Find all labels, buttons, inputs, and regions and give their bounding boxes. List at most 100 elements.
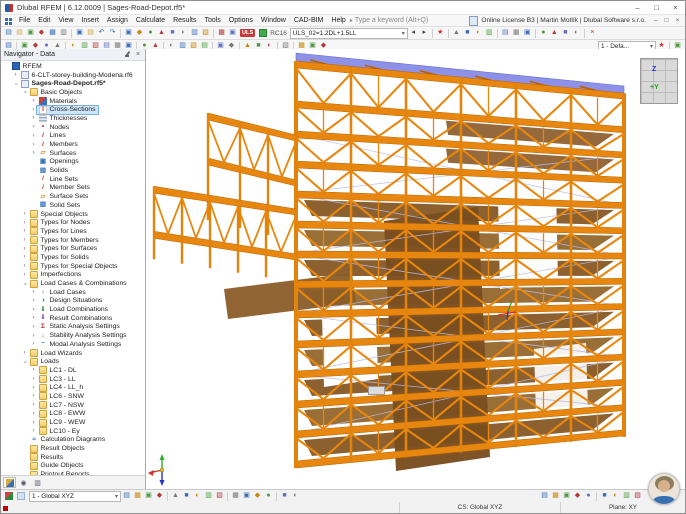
expander-icon[interactable]: › [30, 340, 37, 348]
plane-yz-icon-icon[interactable]: ● [264, 491, 274, 501]
tree-item-imperfections[interactable]: ›Imperfections [1, 271, 145, 280]
expander-icon[interactable]: › [30, 306, 37, 314]
close-button[interactable]: × [666, 1, 685, 14]
tree-item-line-sets[interactable]: /Line Sets [1, 175, 145, 184]
tree-item-openings[interactable]: ▣Openings [1, 158, 145, 167]
grid-snap-icon[interactable]: ▦ [133, 491, 143, 501]
dlubal-center-icon[interactable]: ▣ [26, 28, 36, 38]
redo-icon[interactable]: ↷ [108, 28, 118, 38]
expander-icon[interactable]: › [30, 410, 37, 418]
tree-item-types-for-nodes[interactable]: ›Types for Nodes [1, 218, 145, 227]
menu-insert[interactable]: Insert [77, 17, 103, 24]
tree-item-modal-analysis-settings[interactable]: ›~Modal Analysis Settings [1, 340, 145, 349]
new-model-icon[interactable]: ▤ [4, 28, 14, 38]
tree-item-stability-analysis-settings[interactable]: ›↓Stability Analysis Settings [1, 331, 145, 340]
expander-icon[interactable]: › [21, 349, 28, 357]
angle-snap-icon[interactable]: ■ [280, 491, 290, 501]
tree-item-nodes[interactable]: ›•Nodes [1, 123, 145, 132]
maximize-button[interactable]: □ [647, 1, 666, 14]
expander-icon[interactable]: › [21, 236, 28, 244]
tree-item-sages-road-depot-rf5[interactable]: ›Sages-Road-Depot.rf5* [1, 79, 145, 88]
tree-item-result-combinations[interactable]: ›⇓Result Combinations [1, 314, 145, 323]
expander-icon[interactable]: › [30, 297, 37, 305]
data-tab[interactable] [3, 477, 16, 488]
tree-item-types-for-surfaces[interactable]: ›Types for Surfaces [1, 244, 145, 253]
tree-item-solids[interactable]: ▧Solids [1, 166, 145, 175]
expander-icon[interactable]: › [21, 271, 28, 279]
menu-options[interactable]: Options [225, 17, 257, 24]
expander-icon[interactable]: › [30, 123, 37, 131]
expander-icon[interactable]: › [21, 245, 28, 253]
osnap-toggle-icon[interactable]: ▣ [562, 491, 572, 501]
perp-snap-icon[interactable]: ◐ [193, 491, 203, 501]
zoom-in-icon[interactable]: ▤ [500, 28, 510, 38]
zoom-window-icon[interactable]: ▦ [511, 28, 521, 38]
expander-icon[interactable]: › [12, 80, 20, 87]
tree-item-lc7-nsw[interactable]: ›LC7 - NSW [1, 401, 145, 410]
tree-item-load-wizards[interactable]: ›Load Wizards [1, 349, 145, 358]
tree-item-special-objects[interactable]: ›Special Objects [1, 210, 145, 219]
tree-item-lc8-eww[interactable]: ›LC8 - EWW [1, 410, 145, 419]
child-close-button[interactable]: × [672, 17, 683, 24]
expander-icon[interactable]: › [30, 427, 37, 435]
tree-item-members[interactable]: ›/Members [1, 140, 145, 149]
cs-icon-icon[interactable]: ▦ [231, 491, 241, 501]
tree-item-solid-sets[interactable]: ▧Solid Sets [1, 201, 145, 210]
guide-icon[interactable]: ◆ [155, 491, 165, 501]
menu-help[interactable]: Help [327, 17, 349, 24]
expander-icon[interactable]: › [30, 401, 37, 409]
sort-lines-icon[interactable]: ▲ [549, 28, 559, 38]
model-cs-icon[interactable] [5, 492, 13, 500]
expander-icon[interactable]: › [30, 97, 37, 105]
tree-item-types-for-solids[interactable]: ›Types for Solids [1, 253, 145, 262]
expander-icon[interactable]: › [30, 106, 37, 114]
expander-icon[interactable]: › [30, 141, 37, 149]
open-icon[interactable]: ▤ [15, 28, 25, 38]
next-icon[interactable]: ▸ [419, 28, 429, 38]
tree-item-calculation-diagrams[interactable]: ≈Calculation Diagrams [1, 436, 145, 445]
keyword-search-input[interactable]: ▸ Type a keyword (Alt+Q) [350, 16, 464, 25]
step-snap-icon[interactable]: ◐ [291, 491, 301, 501]
expander-icon[interactable]: › [21, 280, 29, 287]
int-snap-icon[interactable]: ▥ [204, 491, 214, 501]
snap-toggle-icon[interactable]: ▦ [551, 491, 561, 501]
menu-results[interactable]: Results [169, 17, 200, 24]
table-doc-icon[interactable]: ▲ [157, 28, 167, 38]
function-icon[interactable]: ▦ [217, 28, 227, 38]
expander-icon[interactable]: › [30, 375, 37, 383]
rotate3d-icon[interactable]: ◐ [473, 28, 483, 38]
tree-item-lc9-wew[interactable]: ›LC9 - WEW [1, 418, 145, 427]
display-tab[interactable]: ◉ [17, 477, 30, 488]
expander-icon[interactable]: › [21, 210, 28, 218]
shadow-toggle-icon[interactable]: ◐ [611, 491, 621, 501]
tree-item-surfaces[interactable]: ›▱Surfaces [1, 149, 145, 158]
tree-item-load-cases[interactable]: ›↓Load Cases [1, 288, 145, 297]
tree-item-lines[interactable]: ›/Lines [1, 132, 145, 141]
grid-add-icon[interactable]: ▣ [228, 28, 238, 38]
table-manager-icon[interactable]: ▣ [124, 28, 134, 38]
expander-icon[interactable]: › [30, 132, 37, 140]
close-panel-icon[interactable]: × [134, 51, 142, 58]
render-icon[interactable]: ▣ [522, 28, 532, 38]
sort-members-icon[interactable]: ■ [560, 28, 570, 38]
tree-item-lc6-snw[interactable]: ›LC6 - SNW [1, 392, 145, 401]
tree-item-lc10-ey[interactable]: ›LC10 - Ey [1, 427, 145, 436]
child-restore-button[interactable]: □ [661, 17, 672, 24]
child-minimize-button[interactable]: – [650, 17, 661, 24]
menu-grid-icon[interactable] [4, 17, 12, 25]
render-toggle-icon[interactable]: ■ [600, 491, 610, 501]
tree-item-lc4-ll-h[interactable]: ›LC4 - LL_h [1, 383, 145, 392]
layer-color-icon[interactable] [17, 492, 25, 500]
close-red-icon[interactable]: × [587, 28, 597, 38]
table-ruler-icon[interactable]: ● [146, 28, 156, 38]
menu-view[interactable]: View [54, 17, 77, 24]
upload-icon[interactable]: ▧ [201, 28, 211, 38]
table-add-icon[interactable]: ■ [168, 28, 178, 38]
tree-item-results[interactable]: Results [1, 453, 145, 462]
tree-item-loads[interactable]: ›Loads [1, 357, 145, 366]
cloud-icon[interactable]: ◆ [37, 28, 47, 38]
guides-toggle-icon[interactable]: ◆ [573, 491, 583, 501]
sort-surfaces-icon[interactable]: ◐ [571, 28, 581, 38]
pan-icon[interactable]: ▥ [484, 28, 494, 38]
plane-xz-icon-icon[interactable]: ◆ [253, 491, 263, 501]
